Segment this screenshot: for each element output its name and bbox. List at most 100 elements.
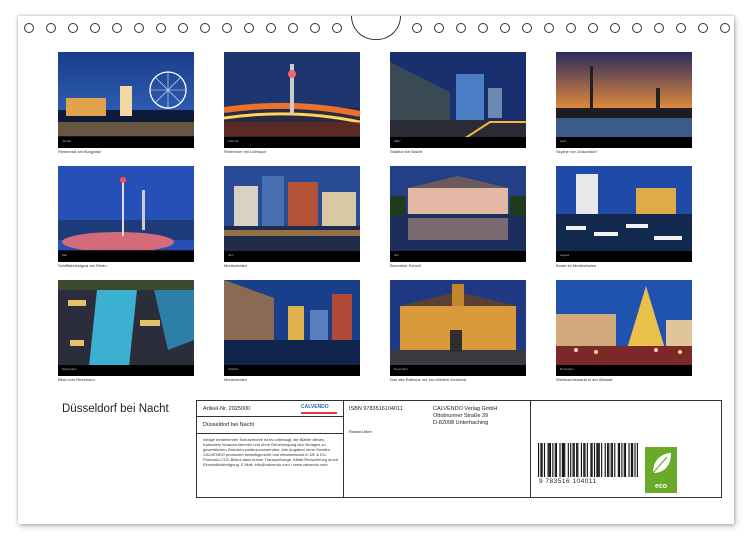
- calvendo-logo: CALVENDO: [301, 404, 329, 410]
- month-thumbnail-may: Mai: [58, 166, 194, 262]
- binding-ring: [478, 23, 488, 33]
- aerial-view-photo: [58, 280, 194, 376]
- binding-ring: [310, 23, 320, 33]
- month-caption: Benrather Schloß: [390, 263, 422, 268]
- barcode-bar: [601, 443, 603, 477]
- binding-ring: [200, 23, 210, 33]
- barcode-bar: [541, 443, 543, 477]
- barcode-bar: [591, 443, 593, 477]
- binding-ring: [24, 23, 34, 33]
- legal-text: Infolge bestehender Schutzrechte ist es …: [203, 437, 339, 467]
- light-trail-photo: [224, 52, 360, 148]
- barcode-bar: [596, 443, 598, 477]
- barcode-bar: [555, 443, 557, 477]
- media-harbour-photo: [224, 166, 360, 262]
- binding-ring: [566, 23, 576, 33]
- barcode-bar: [610, 443, 612, 477]
- signal-mast-photo: [58, 166, 194, 262]
- binding-ring: [632, 23, 642, 33]
- month-caption: Riesenrad am Burgplatz: [58, 149, 101, 154]
- month-caption: Stadttor bei Nacht: [390, 149, 423, 154]
- leaf-icon: [652, 453, 671, 474]
- isbn: ISBN 9783516104011: [349, 406, 403, 412]
- barcode-bar: [621, 443, 623, 477]
- barcode-bar: [563, 443, 565, 477]
- barcode-bar: [597, 443, 599, 477]
- city-gate-photo: [390, 52, 526, 148]
- barcode-bar: [573, 443, 575, 477]
- barcode-bar: [630, 443, 632, 477]
- binding-ring: [522, 23, 532, 33]
- binding-ring: [178, 23, 188, 33]
- eco-label: eco: [654, 483, 668, 490]
- month-thumbnail-march: März: [390, 52, 526, 148]
- binding-ring: [244, 23, 254, 33]
- month-caption: Skyline von Düsseldorf: [556, 149, 597, 154]
- binding-ring: [332, 23, 342, 33]
- barcode-bar: [570, 443, 572, 477]
- binding-ring: [288, 23, 298, 33]
- binding-ring: [500, 23, 510, 33]
- barcode-bar: [623, 443, 625, 477]
- month-thumbnail-april: April: [556, 52, 692, 148]
- skyline-photo: [556, 52, 692, 148]
- barcode-bar: [567, 443, 569, 477]
- binding-ring: [156, 23, 166, 33]
- binding-ring: [112, 23, 122, 33]
- barcode-bar: [561, 443, 563, 477]
- imprint-box: Artikel-Nr. 2025000 CALVENDO Düsseldorf …: [196, 400, 722, 498]
- barcode-bar: [559, 443, 561, 477]
- barcode-bar: [538, 443, 540, 477]
- barcode-bar: [549, 443, 552, 477]
- barcode-bar: [628, 443, 630, 477]
- month-caption: Weihnachtsmarkt in der Altstadt: [556, 377, 613, 382]
- barcode-bar: [614, 443, 616, 477]
- barcode-bar: [590, 443, 592, 477]
- barcode-bar: [547, 443, 549, 477]
- month-caption: Boote im Medienhafen: [556, 263, 597, 268]
- binding-ring: [266, 23, 276, 33]
- barcode-bar: [593, 443, 596, 477]
- barcode-bar: [572, 443, 574, 477]
- month-thumbnail-august: August: [556, 166, 692, 262]
- binding-ring: [544, 23, 554, 33]
- binding-ring: [610, 23, 620, 33]
- barcode-bar: [576, 443, 578, 477]
- barcode-bar: [618, 443, 621, 477]
- barcode-bar: [548, 443, 550, 477]
- benrath-palace-photo: [390, 166, 526, 262]
- month-caption: Rheinturm mit Lichtspur: [224, 149, 267, 154]
- author: Rickard Abel: [349, 429, 372, 434]
- month-thumbnail-december: Dezember: [556, 280, 692, 376]
- barcode-bar: [634, 443, 636, 477]
- barcode-bar: [598, 443, 600, 477]
- barcode-bar: [624, 443, 627, 477]
- binding-ring: [68, 23, 78, 33]
- barcode-bar: [580, 443, 582, 477]
- barcode-bar: [584, 443, 586, 477]
- barcode-bar: [607, 443, 609, 477]
- month-caption: Das alte Rathaus mit Jan-Wellem-Denkmal: [390, 377, 467, 382]
- binding-ring: [412, 23, 422, 33]
- binding-ring: [588, 23, 598, 33]
- article-number: Artikel-Nr. 2025000: [203, 406, 251, 412]
- binding-ring: [720, 23, 730, 33]
- media-harbour-photo: [224, 280, 360, 376]
- ferris-wheel-photo: [58, 52, 194, 148]
- month-thumbnail-november: November: [390, 280, 526, 376]
- binding-ring: [90, 23, 100, 33]
- month-thumbnail-june: Juni: [224, 166, 360, 262]
- binding-ring: [222, 23, 232, 33]
- product-title: Düsseldorf bei Nacht: [203, 422, 255, 428]
- binding-ring: [134, 23, 144, 33]
- barcode-bar: [540, 443, 542, 477]
- calendar-title: Düsseldorf bei Nacht: [62, 403, 169, 415]
- month-thumbnail-january: Januar: [58, 52, 194, 148]
- barcode-bar: [617, 443, 619, 477]
- barcode-bar: [543, 443, 546, 477]
- barcode-bar: [577, 443, 579, 477]
- publisher-name: CALVENDO Verlag GmbH: [433, 406, 498, 412]
- month-thumbnail-october: Oktober: [224, 280, 360, 376]
- barcode-number: 9 783516 104011: [539, 478, 597, 485]
- christmas-market-photo: [556, 280, 692, 376]
